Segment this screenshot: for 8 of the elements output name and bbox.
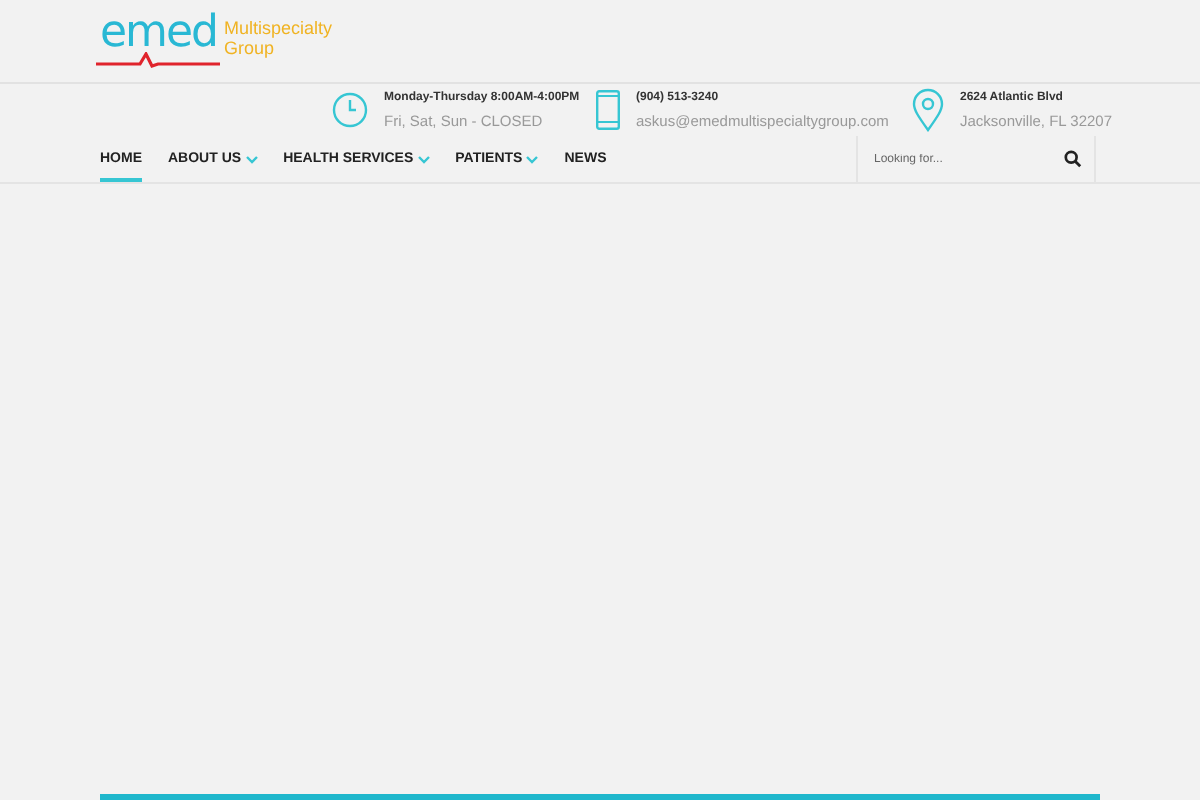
clock-icon bbox=[332, 92, 368, 128]
logo-tagline: Group bbox=[224, 38, 277, 58]
search-icon[interactable] bbox=[1064, 150, 1082, 168]
logo-tagline: Multispecialty bbox=[224, 18, 333, 38]
location-pin-icon bbox=[912, 88, 944, 132]
phone-icon bbox=[596, 90, 620, 130]
heartbeat-icon bbox=[96, 52, 220, 68]
logo-wordmark: emed bbox=[100, 14, 217, 52]
